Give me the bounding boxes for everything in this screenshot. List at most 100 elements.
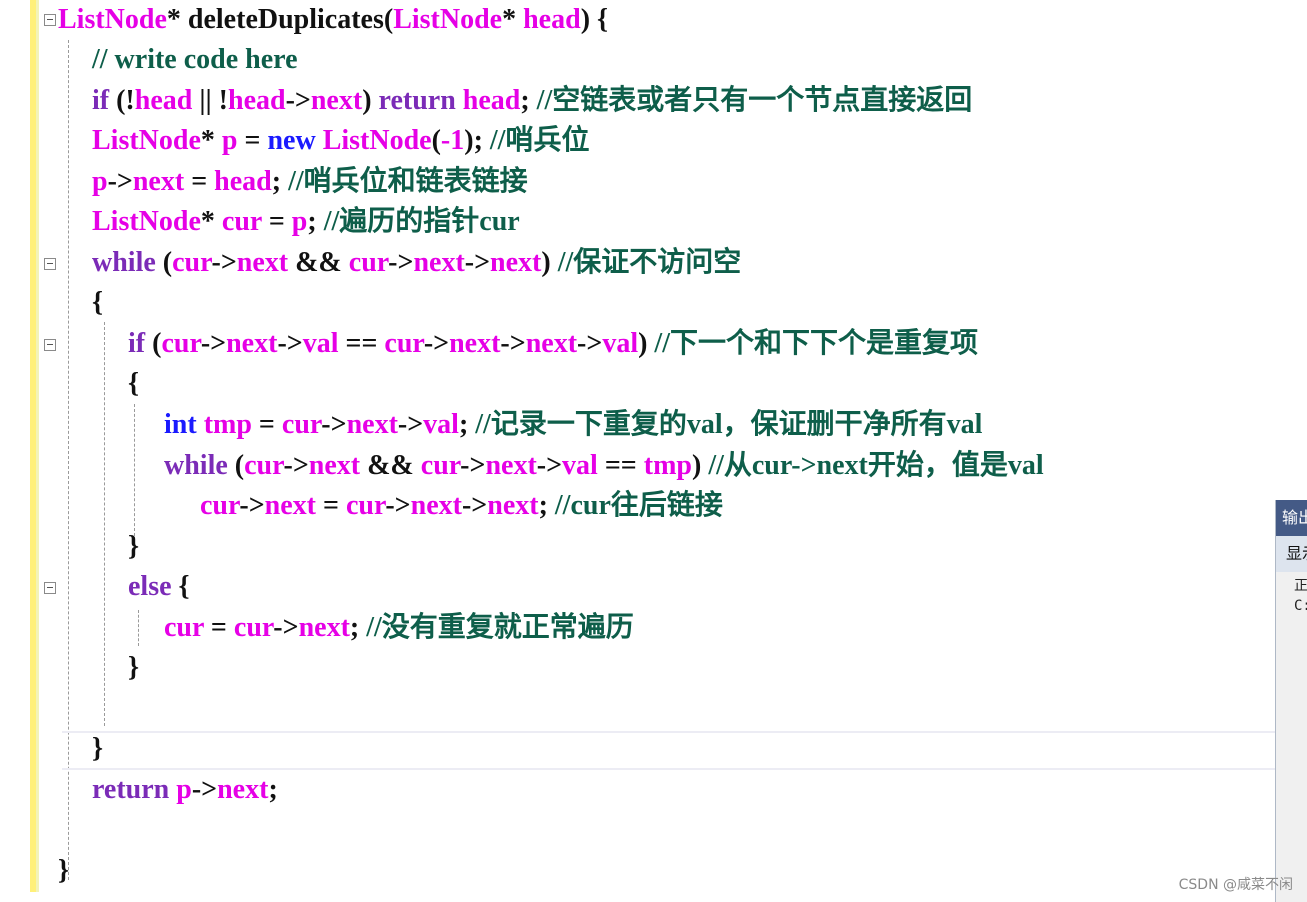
- output-line: 正: [1294, 578, 1307, 594]
- code-token: ->: [460, 450, 486, 481]
- code-token: head: [228, 85, 286, 116]
- code-token: ->: [500, 328, 526, 359]
- code-token: next: [487, 490, 539, 521]
- code-line: cur = cur->next; //没有重复就正常遍历: [164, 608, 634, 648]
- code-token: ->: [397, 409, 424, 440]
- code-token: ): [362, 85, 379, 116]
- collapse-minus-icon[interactable]: [44, 582, 56, 594]
- code-token: ) {: [580, 4, 609, 35]
- code-token: head: [134, 85, 193, 116]
- code-token: p: [221, 125, 238, 156]
- code-token: }: [92, 733, 104, 764]
- code-token: next: [132, 166, 185, 197]
- code-token: cur: [233, 612, 274, 643]
- code-line: // write code here: [92, 40, 298, 80]
- code-token: ->: [536, 450, 563, 481]
- code-token: ->: [464, 247, 491, 278]
- code-token: ->: [285, 85, 311, 116]
- code-token: ListNode: [92, 125, 201, 156]
- code-line: p->next = head; //哨兵位和链表链接: [92, 162, 528, 202]
- code-token: ->: [191, 774, 218, 805]
- code-token: }: [128, 652, 140, 683]
- code-token: * deleteDuplicates(: [166, 4, 394, 35]
- code-token: ;: [271, 166, 289, 197]
- code-line: {: [128, 364, 139, 404]
- code-token: =: [251, 409, 282, 440]
- code-token: val: [423, 409, 459, 440]
- code-token: ==: [338, 328, 385, 359]
- code-token: ;: [458, 409, 476, 440]
- code-comment: //遍历的指针cur: [323, 206, 520, 237]
- code-token: ->: [577, 328, 603, 359]
- code-token: if: [128, 328, 146, 359]
- code-token: (: [145, 328, 162, 359]
- code-token: ->: [239, 490, 265, 521]
- code-token: ): [638, 328, 655, 359]
- code-token: ;: [349, 612, 367, 643]
- output-show-label[interactable]: 显示: [1276, 536, 1307, 572]
- code-token: *: [200, 206, 222, 237]
- code-token: if: [92, 85, 110, 116]
- output-panel-title[interactable]: 输出: [1276, 500, 1307, 536]
- collapse-minus-icon[interactable]: [44, 258, 56, 270]
- code-token: ->: [200, 328, 227, 359]
- code-token: ;: [307, 206, 324, 237]
- code-token: cur: [345, 490, 386, 521]
- code-token: next: [310, 85, 363, 116]
- code-editor[interactable]: ListNode* deleteDuplicates(ListNode* hea…: [0, 0, 1275, 902]
- code-token: ->: [388, 247, 414, 278]
- code-comment: //从cur->next开始，值是val: [708, 450, 1044, 481]
- collapse-minus-icon[interactable]: [44, 14, 56, 26]
- code-token: =: [184, 166, 215, 197]
- code-token: head: [214, 166, 272, 197]
- indent-guide: [138, 610, 139, 646]
- code-line: {: [92, 283, 103, 323]
- code-line: while (cur->next && cur->next->val == tm…: [164, 446, 1044, 486]
- code-token: ;: [538, 490, 555, 521]
- code-token: &&: [288, 247, 349, 278]
- code-token: ListNode: [58, 4, 167, 35]
- output-panel: 输出 显示 正 C:: [1275, 500, 1307, 902]
- code-line: while (cur->next && cur->next->next) //保…: [92, 243, 741, 283]
- code-token: (: [431, 125, 441, 156]
- code-token: while: [164, 450, 228, 481]
- collapse-minus-icon[interactable]: [44, 339, 56, 351]
- code-token: p: [176, 774, 192, 805]
- code-token: {: [92, 287, 104, 318]
- code-token: ;: [520, 85, 537, 116]
- code-comment: //哨兵位: [489, 125, 590, 156]
- code-token: tmp: [203, 409, 252, 440]
- code-token: ->: [385, 490, 411, 521]
- code-comment: //空链表或者只有一个节点直接返回: [536, 85, 973, 116]
- code-token: while: [92, 247, 156, 278]
- code-token: new: [267, 125, 316, 156]
- code-line: int tmp = cur->next->val; //记录一下重复的val，保…: [164, 405, 982, 445]
- code-token: int: [164, 409, 197, 440]
- code-token: cur: [200, 490, 240, 521]
- code-token: cur: [244, 450, 284, 481]
- code-token: (: [155, 247, 173, 278]
- line-separator: [62, 731, 1275, 733]
- code-line: }: [128, 648, 139, 688]
- code-line: }: [128, 527, 139, 567]
- code-token: ;: [268, 774, 278, 805]
- code-token: ->: [107, 166, 133, 197]
- code-token: ListNode: [322, 125, 432, 156]
- code-token: ->: [283, 450, 309, 481]
- code-token: -1: [440, 125, 465, 156]
- code-token: next: [413, 247, 465, 278]
- code-token: return: [378, 85, 456, 116]
- code-token: next: [236, 247, 289, 278]
- code-token: ->: [423, 328, 450, 359]
- code-token: next: [217, 774, 269, 805]
- code-comment: //记录一下重复的val，保证删干净所有val: [475, 409, 983, 440]
- code-token: (!: [109, 85, 135, 116]
- code-token: cur: [221, 206, 262, 237]
- code-token: =: [261, 206, 292, 237]
- code-token: &&: [360, 450, 421, 481]
- code-token: next: [490, 247, 542, 278]
- code-token: val: [302, 328, 339, 359]
- code-token: {: [128, 368, 140, 399]
- indent-guide: [134, 404, 135, 536]
